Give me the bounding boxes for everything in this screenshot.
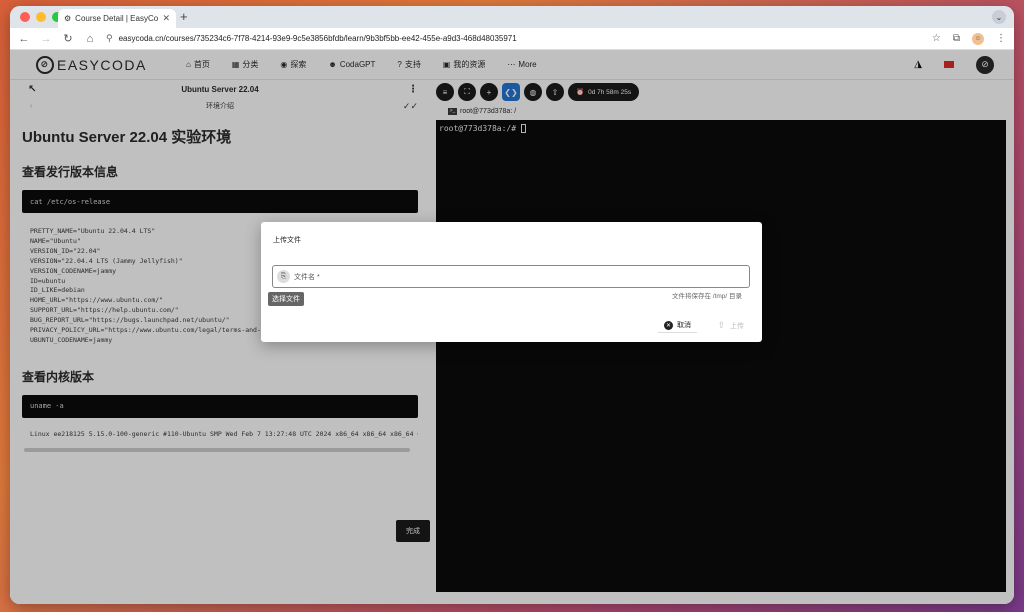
reload-icon[interactable]: ↻: [62, 32, 74, 45]
upload-arrow-icon: ⇧: [717, 320, 726, 330]
site-info-icon[interactable]: ⚲: [106, 33, 113, 44]
profile-avatar[interactable]: ☺: [972, 32, 984, 45]
tab-search-icon[interactable]: ⌄: [992, 10, 1006, 24]
close-tab-icon[interactable]: ✕: [162, 13, 170, 24]
file-name-field[interactable]: ⎘ 文件名 *: [272, 265, 750, 288]
upload-dialog: 上传文件 ⎘ 文件名 * 选择文件 文件将保存在 /tmp/ 目录 ✕ 取消 ⇧…: [261, 222, 762, 342]
cancel-icon: ✕: [664, 320, 673, 330]
extensions-icon[interactable]: ⧉: [953, 33, 960, 44]
window-controls: [20, 12, 62, 22]
bookmark-star-icon[interactable]: ☆: [932, 33, 941, 44]
tab-strip: ⚙ Course Detail | EasyCoda - l ✕ + ⌄: [10, 6, 1014, 28]
file-name-placeholder: 文件名 *: [294, 273, 320, 281]
tab-title: Course Detail | EasyCoda - l: [75, 14, 159, 23]
browser-tab[interactable]: ⚙ Course Detail | EasyCoda - l ✕: [58, 9, 176, 28]
attachment-icon: ⎘: [277, 270, 290, 283]
upload-button[interactable]: ⇧ 上传: [711, 318, 750, 333]
back-icon[interactable]: ←: [18, 33, 30, 45]
choose-file-button[interactable]: 选择文件: [268, 292, 304, 306]
cancel-button[interactable]: ✕ 取消: [658, 318, 697, 333]
url-field[interactable]: ⚲ easycoda.cn/courses/735234c6-7f78-4214…: [106, 33, 922, 44]
new-tab-button[interactable]: +: [180, 9, 188, 24]
dialog-title: 上传文件: [273, 237, 301, 244]
url-text: easycoda.cn/courses/735234c6-7f78-4214-9…: [118, 34, 517, 43]
forward-icon[interactable]: →: [40, 33, 52, 45]
address-bar: ← → ↻ ⌂ ⚲ easycoda.cn/courses/735234c6-7…: [10, 28, 1014, 50]
browser-window: ⚙ Course Detail | EasyCoda - l ✕ + ⌄ ← →…: [10, 6, 1014, 604]
favicon-icon: ⚙: [64, 14, 72, 23]
menu-kebab-icon[interactable]: ⋮: [996, 33, 1006, 44]
save-location-hint: 文件将保存在 /tmp/ 目录: [671, 293, 742, 300]
minimize-window-button[interactable]: [36, 12, 46, 22]
home-browser-icon[interactable]: ⌂: [84, 33, 96, 45]
close-window-button[interactable]: [20, 12, 30, 22]
